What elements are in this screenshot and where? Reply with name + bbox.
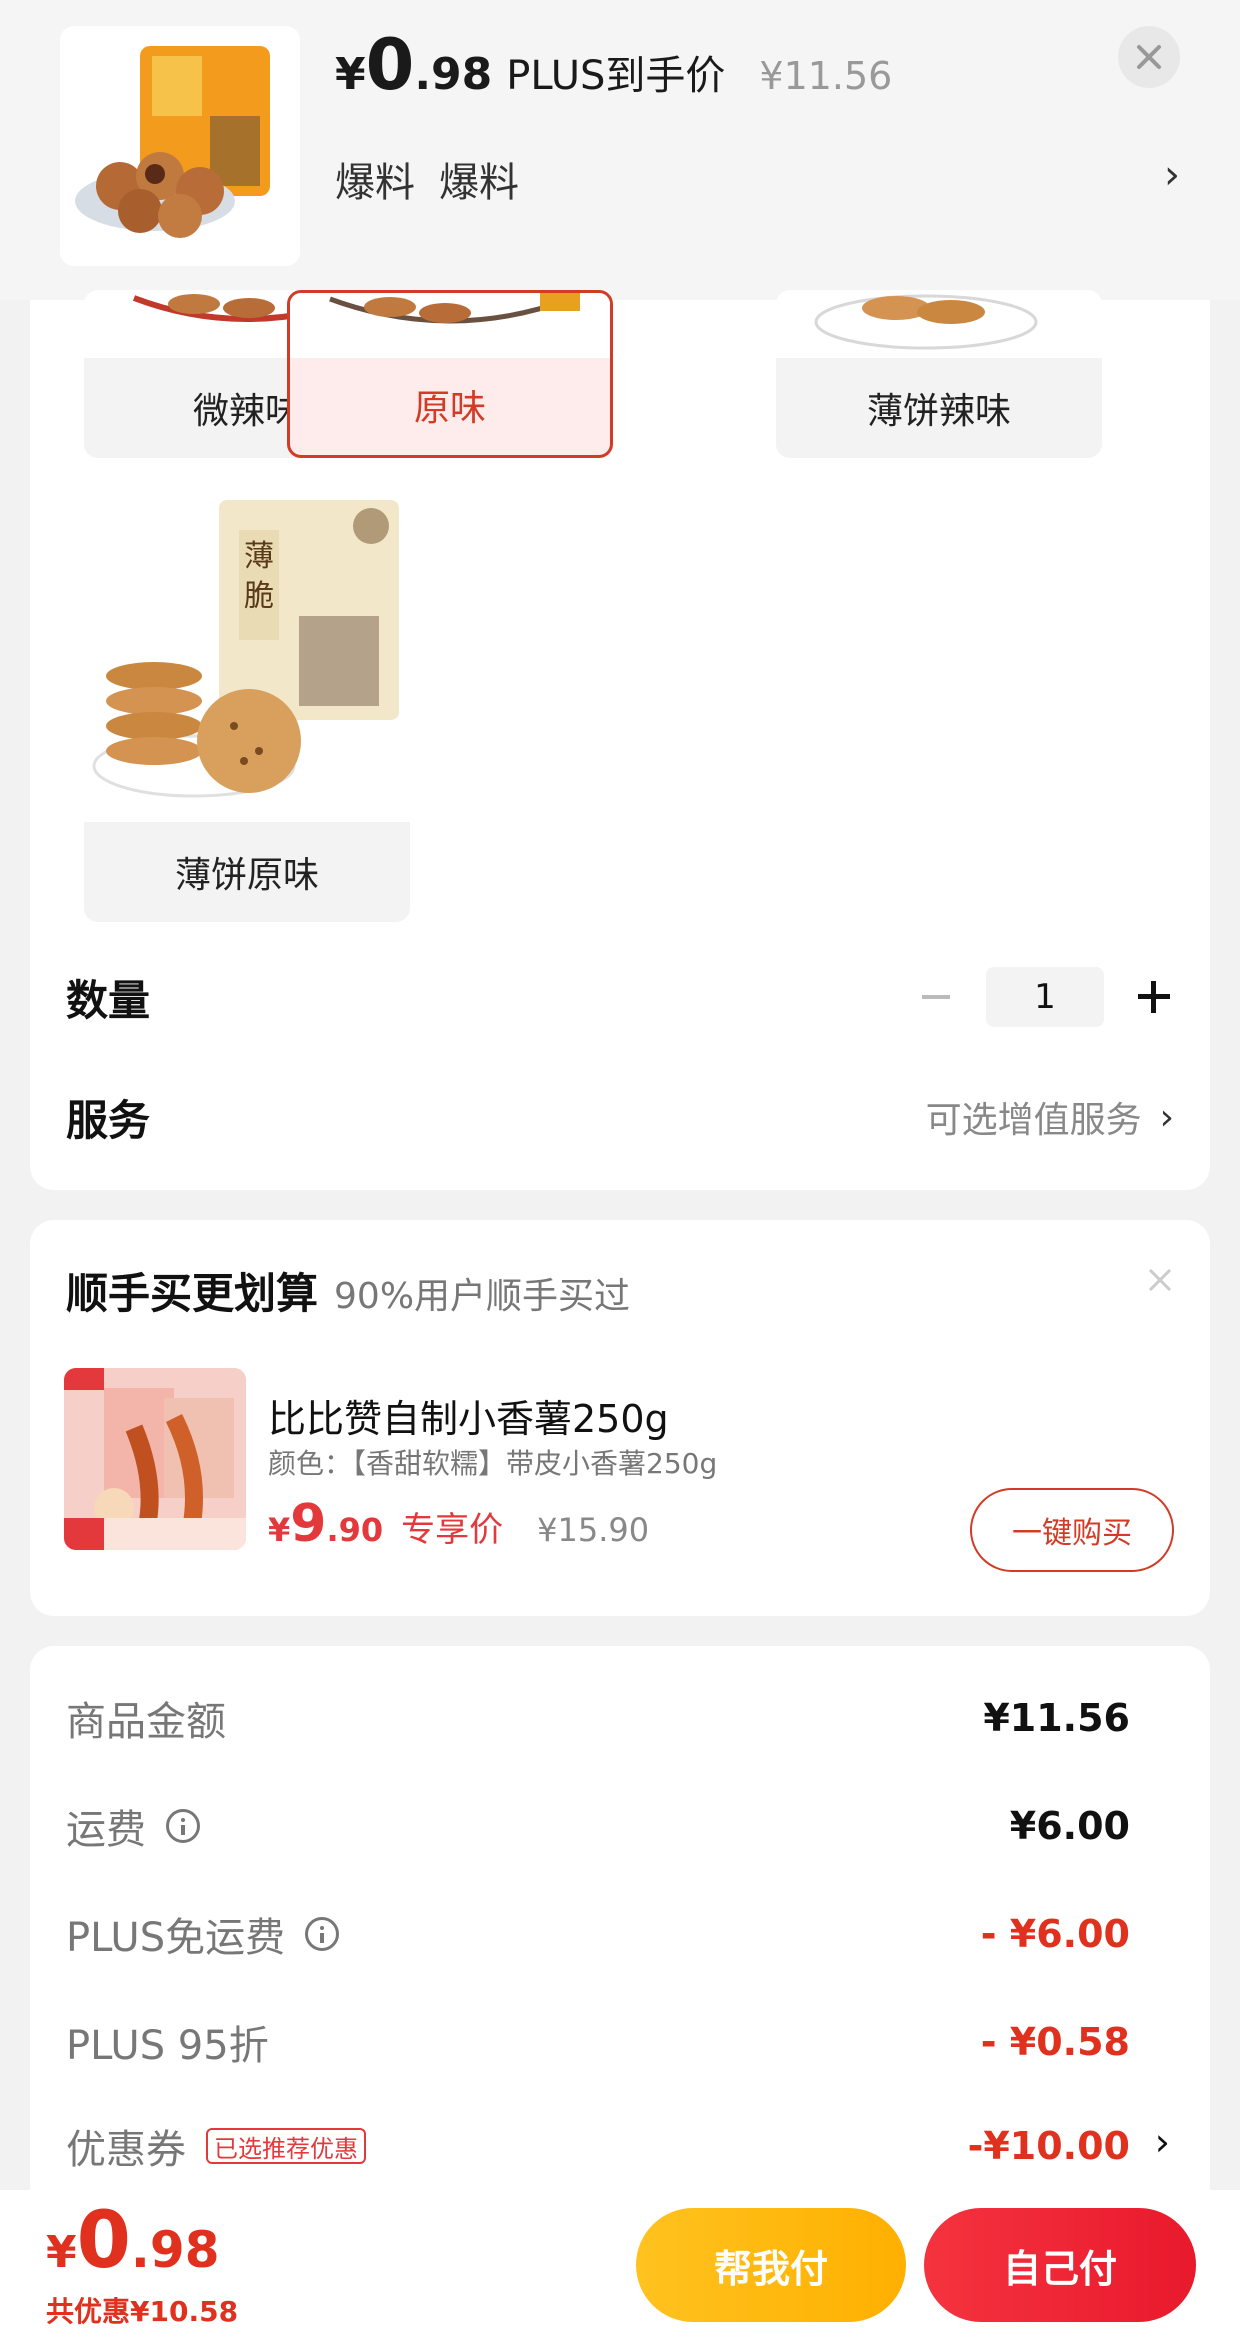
summary-value: ¥6.00 (1009, 1804, 1130, 1848)
quantity-stepper: 1 (916, 967, 1174, 1027)
service-label: 服务 (66, 1095, 151, 1145)
plus-icon[interactable] (1134, 977, 1174, 1017)
price-tag: PLUS到手价 (506, 53, 726, 99)
price-integer: 0 (365, 24, 415, 106)
info-icon[interactable] (166, 1809, 200, 1843)
close-button[interactable] (1118, 26, 1180, 88)
promo-tags[interactable]: 爆料 爆料 (335, 150, 519, 208)
price-tag: 专享价 (401, 1510, 504, 1550)
self-pay-button[interactable]: 自己付 (924, 2208, 1196, 2322)
chevron-right-icon[interactable]: › (1164, 152, 1180, 198)
summary-label: PLUS 95折 (66, 2023, 269, 2069)
one-click-buy-button[interactable]: 一键购买 (970, 1488, 1174, 1572)
product-header: ¥ 0 .98 PLUS到手价 ¥11.56 爆料 爆料 › (0, 0, 1240, 300)
coupon-badge: 已选推荐优惠 (206, 2128, 366, 2164)
recommend-product-name[interactable]: 比比赞自制小香薯250g (268, 1388, 669, 1443)
variant-option[interactable]: 薄 脆 薄饼原味 (84, 496, 410, 922)
original-price: ¥15.90 (537, 1511, 650, 1549)
svg-text:脆: 脆 (244, 579, 274, 614)
summary-row: PLUS 95折 - ¥0.58 (66, 2014, 1130, 2070)
recommend-header: 顺手买更划算 90%用户顺手买过 (66, 1260, 630, 1321)
chevron-right-icon[interactable]: › (1155, 2120, 1170, 2164)
spec-card: 微辣味 原味 薄饼辣味 薄 脆 薄饼原味 数量 1 服务 可选增值服务 › (30, 290, 1210, 1190)
variant-label: 薄饼辣味 (866, 391, 1011, 432)
summary-row: 商品金额 ¥11.56 (66, 1690, 1130, 1746)
plus-price: ¥ 0 .98 PLUS到手价 ¥11.56 (335, 30, 892, 120)
summary-label: 商品金额 (66, 1699, 226, 1745)
summary-value: -¥10.00 (967, 2124, 1130, 2168)
summary-row: PLUS免运费 - ¥6.00 (66, 1906, 1130, 1962)
service-selector[interactable]: 可选增值服务 › (926, 1091, 1174, 1143)
coupon-row[interactable]: 优惠券 已选推荐优惠 -¥10.00 (66, 2118, 1130, 2174)
promo-tag: 爆料 (335, 160, 415, 206)
summary-value: ¥11.56 (983, 1696, 1130, 1740)
recommend-product-image[interactable] (64, 1368, 246, 1550)
variant-option-selected[interactable]: 原味 (287, 290, 613, 458)
help-pay-button[interactable]: 帮我付 (636, 2208, 906, 2322)
price-decimal: .98 (130, 2221, 220, 2279)
recommend-title: 顺手买更划算 (66, 1269, 319, 1318)
price-decimal: .98 (414, 49, 493, 100)
original-price: ¥11.56 (759, 54, 893, 98)
price-summary-card: 商品金额 ¥11.56 运费 ¥6.00 PLUS免运费 - ¥6.00 PLU… (30, 1646, 1210, 2206)
price-integer: 9 (290, 1494, 327, 1554)
variant-option[interactable]: 薄饼辣味 (776, 290, 1102, 458)
recommend-price: ¥ 9 .90 专享价 ¥15.90 (268, 1498, 649, 1551)
recommend-product-spec: 颜色：【香甜软糯】带皮小香薯250g (268, 1447, 718, 1480)
summary-label: 运费 (66, 1807, 146, 1853)
total-price: ¥ 0 .98 (46, 2202, 219, 2280)
minus-icon[interactable] (916, 977, 956, 1017)
summary-label: PLUS免运费 (66, 1915, 286, 1961)
product-thumbnail (60, 26, 300, 266)
close-icon (1137, 45, 1161, 69)
summary-row: 运费 ¥6.00 (66, 1798, 1130, 1854)
close-icon[interactable] (1140, 1260, 1180, 1300)
svg-text:薄: 薄 (244, 539, 274, 574)
service-row[interactable]: 服务 可选增值服务 › (66, 1084, 1174, 1150)
price-decimal: .90 (326, 1511, 384, 1549)
summary-label: 优惠券 (66, 2127, 186, 2173)
variant-label: 薄饼原味 (174, 855, 319, 896)
recommend-card: 顺手买更划算 90%用户顺手买过 比比赞自制小香薯250g 颜色：【香甜软糯】带… (30, 1220, 1210, 1616)
quantity-label: 数量 (66, 975, 151, 1025)
price-currency: ¥ (268, 1511, 291, 1549)
price-currency: ¥ (335, 49, 366, 100)
promo-tag: 爆料 (439, 160, 519, 206)
quantity-row: 数量 1 (66, 964, 1174, 1030)
price-currency: ¥ (46, 2227, 77, 2278)
checkout-bar: ¥ 0 .98 共优惠¥10.58 帮我付 自己付 (0, 2190, 1240, 2337)
recommend-subtitle: 90%用户顺手买过 (334, 1276, 631, 1317)
chevron-right-icon: › (1159, 1096, 1174, 1138)
info-icon[interactable] (305, 1917, 340, 1951)
service-value: 可选增值服务 (925, 1100, 1142, 1141)
variant-label: 原味 (413, 388, 486, 429)
quantity-input[interactable]: 1 (986, 967, 1104, 1027)
price-integer: 0 (76, 2196, 131, 2286)
summary-value: - ¥0.58 (980, 2020, 1130, 2064)
total-savings: 共优惠¥10.58 (46, 2295, 239, 2328)
summary-value: - ¥6.00 (980, 1912, 1130, 1956)
